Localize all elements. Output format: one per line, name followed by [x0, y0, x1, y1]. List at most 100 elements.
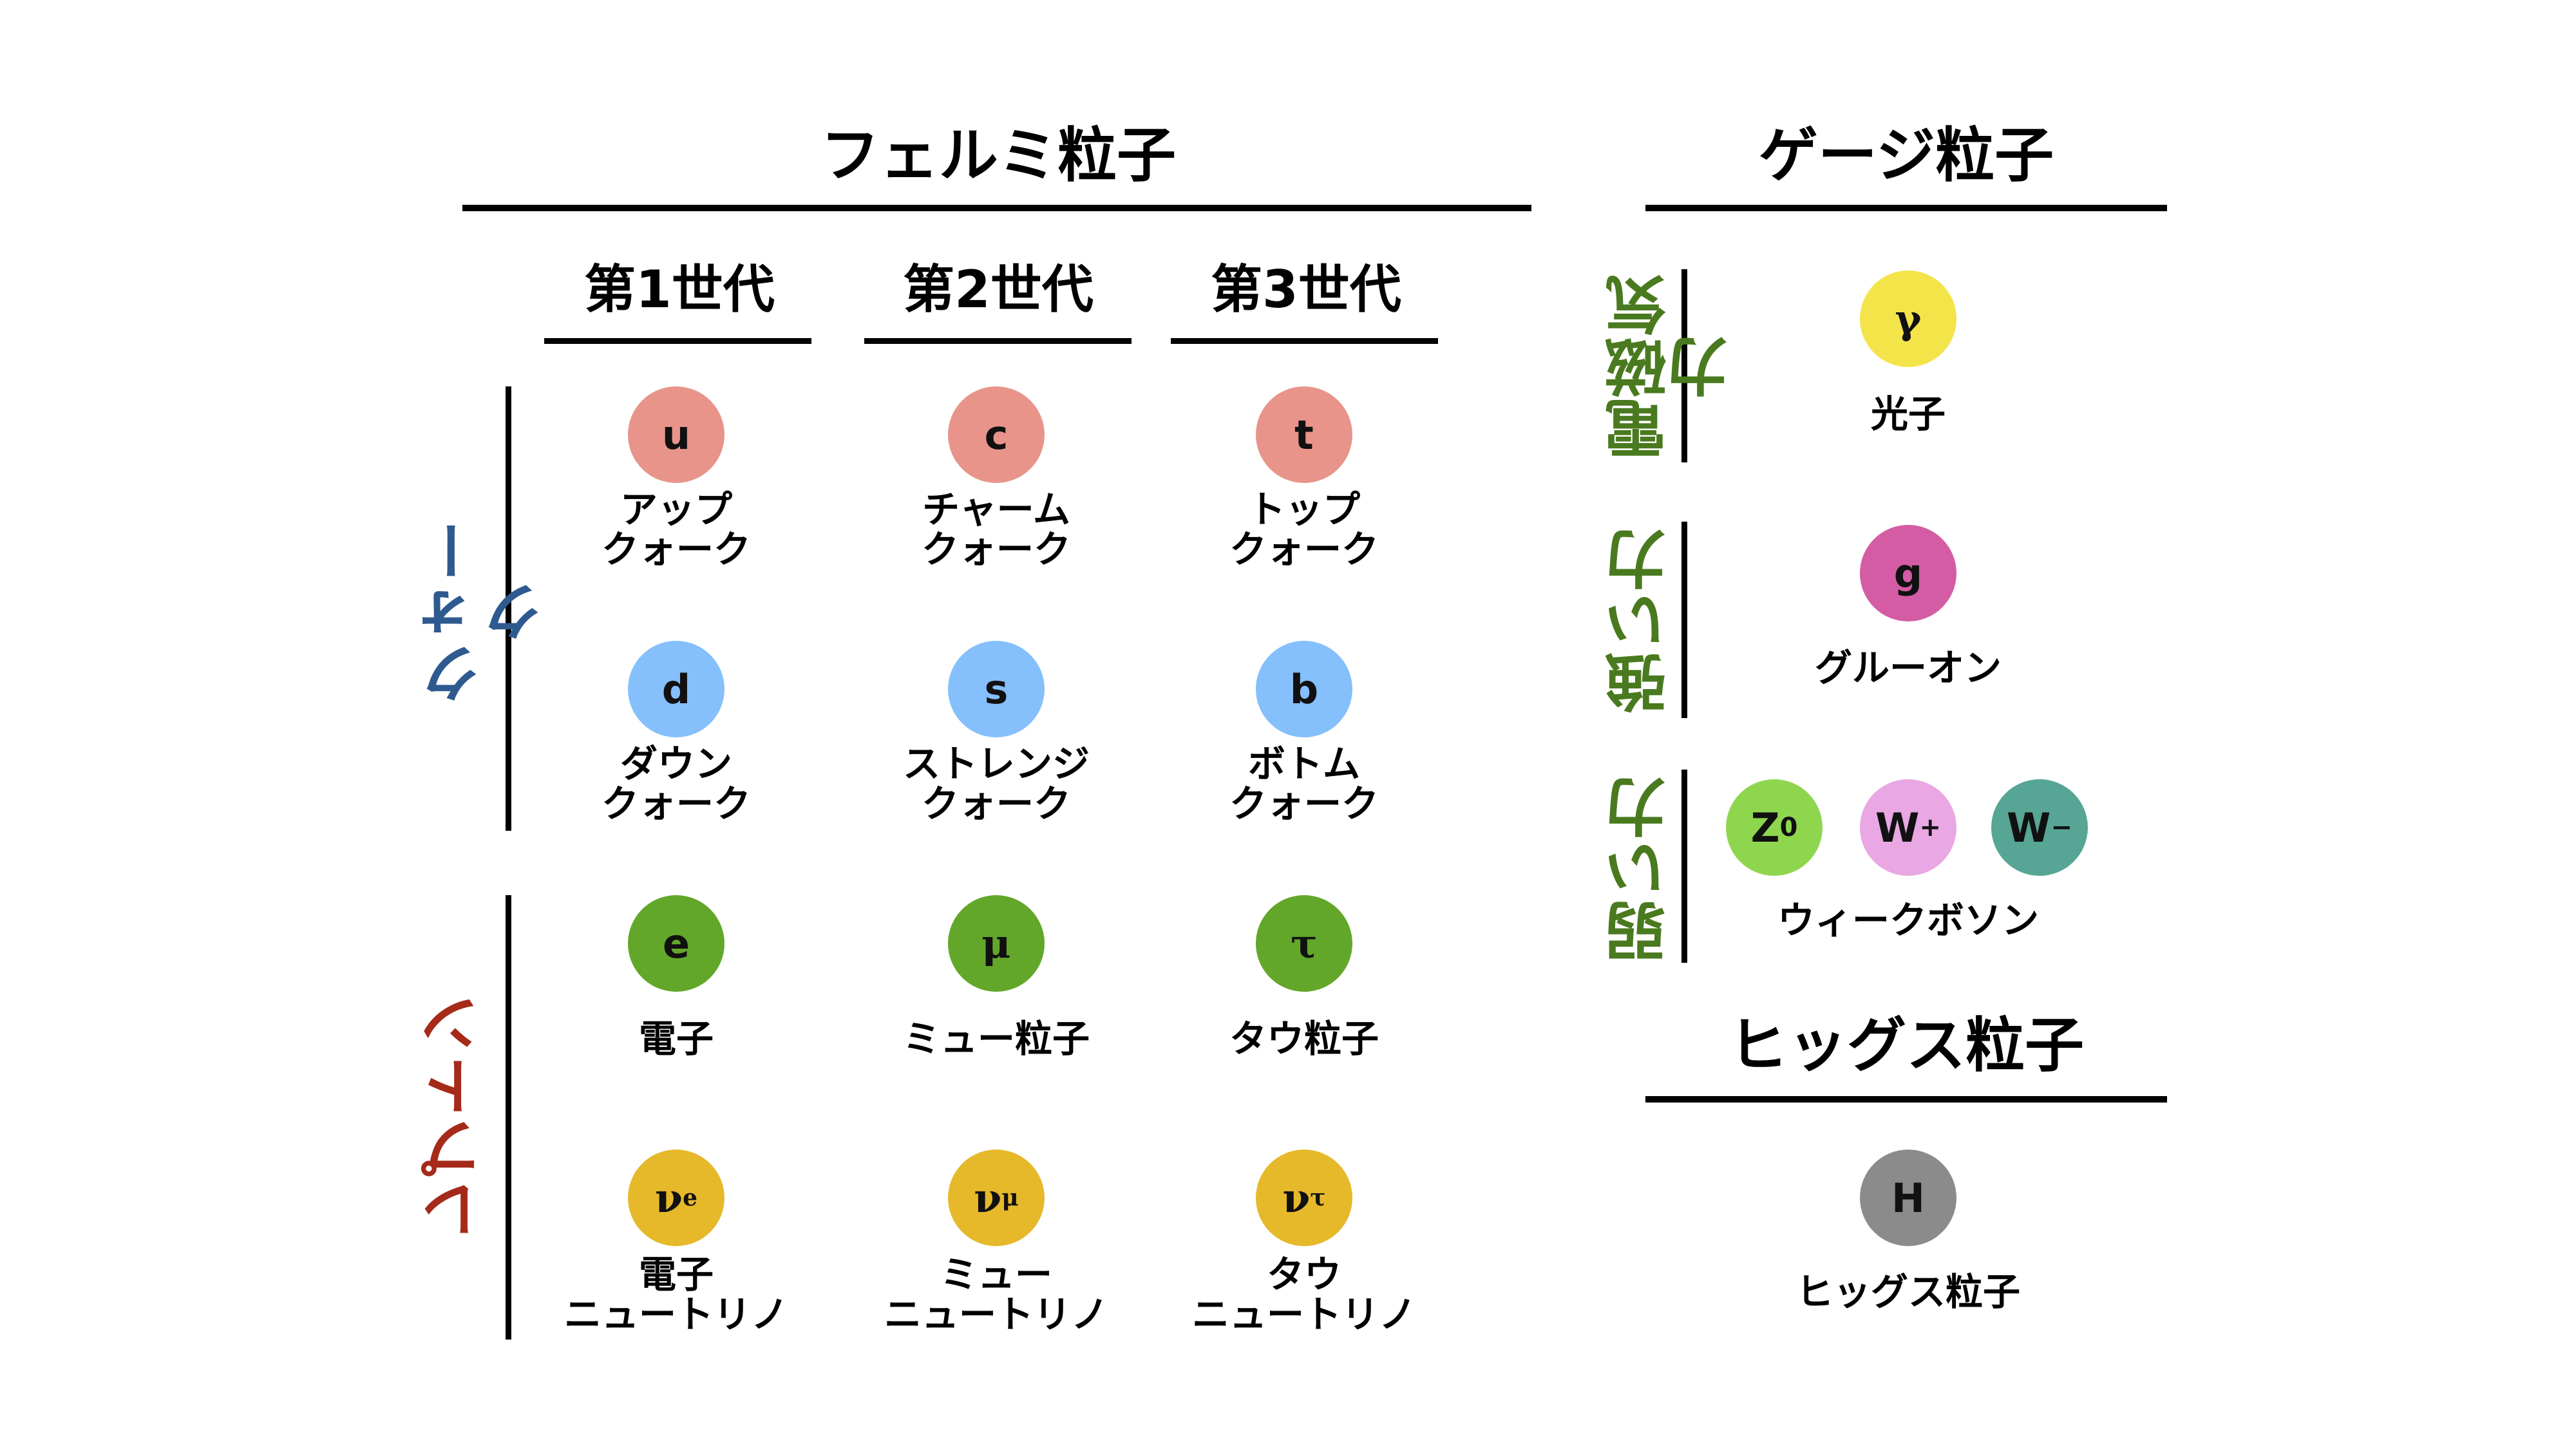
tau-circle: τ [1256, 895, 1352, 992]
charm-name-line1: チャーム [922, 488, 1070, 531]
gluon-symbol: g [1893, 549, 1923, 597]
gluon-circle: g [1860, 525, 1956, 621]
fermion-divider [462, 205, 1531, 211]
bottom-quark-name: ボトム クォーク [1150, 744, 1459, 824]
down-quark-name: ダウン クォーク [522, 744, 831, 824]
w-plus-symbol: W [1875, 804, 1920, 851]
top-name-line2: クォーク [1229, 527, 1379, 571]
weak-boson-name: ウィークボソン [1777, 898, 2039, 942]
muon-neutrino-circle: νμ [948, 1150, 1045, 1246]
down-name-line2: クォーク [601, 782, 751, 826]
electron-circle: e [628, 895, 724, 992]
weak-force-label: 弱い力 [1605, 777, 1677, 962]
charm-quark-circle: c [948, 386, 1045, 483]
tau-neutrino-name: タウ ニュートリノ [1150, 1255, 1459, 1334]
nu-mu-subscript: μ [1001, 1184, 1019, 1211]
z-boson-circle: Z0 [1726, 779, 1823, 876]
generation-2-underline [864, 338, 1132, 344]
w-plus-superscript: + [1919, 813, 1941, 842]
lepton-label: レプトン [420, 994, 492, 1241]
up-symbol: u [661, 411, 691, 459]
gluon-name-line1: グルーオン [1814, 646, 2002, 690]
strange-quark-circle: s [948, 641, 1045, 737]
w-minus-superscript: − [2050, 813, 2072, 842]
electron-symbol: e [662, 920, 690, 967]
photon-name-line1: 光子 [1870, 392, 1946, 436]
muon-name: ミュー粒子 [842, 1019, 1151, 1059]
z-superscript: 0 [1779, 813, 1798, 842]
strange-symbol: s [984, 665, 1009, 713]
charm-symbol: c [984, 411, 1009, 459]
top-name-line1: トップ [1247, 488, 1360, 531]
generation-3-underline [1171, 338, 1438, 344]
up-name-line2: クォーク [601, 527, 751, 571]
bottom-symbol: b [1289, 665, 1319, 713]
strong-bracket [1681, 522, 1687, 718]
tau-name: タウ粒子 [1150, 1019, 1459, 1059]
down-name-line1: ダウン [620, 742, 732, 786]
tau-name-line1: タウ粒子 [1229, 1017, 1379, 1061]
charm-quark-name: チャーム クォーク [842, 489, 1151, 569]
top-symbol: t [1294, 411, 1314, 459]
nu-e-subscript: e [683, 1184, 697, 1211]
w-minus-symbol: W [2007, 804, 2051, 851]
nu-mu-symbol: ν [974, 1174, 1002, 1222]
nu-tau-symbol: ν [1282, 1174, 1311, 1222]
photon-circle: γ [1860, 270, 1956, 367]
weak-bracket [1681, 770, 1687, 963]
muon-symbol: μ [981, 920, 1011, 967]
fermion-heading: フェルミ粒子 [820, 121, 1176, 190]
nu-mu-name-line1: ミュー [940, 1253, 1052, 1296]
tau-symbol: τ [1291, 920, 1318, 967]
gluon-name: グルーオン [1754, 648, 2063, 688]
gauge-heading: ゲージ粒子 [1758, 121, 2054, 190]
nu-tau-name-line1: タウ [1266, 1253, 1341, 1296]
lepton-bracket [506, 895, 511, 1340]
higgs-heading: ヒッグス粒子 [1728, 1011, 2084, 1080]
down-symbol: d [661, 665, 691, 713]
strange-name-line1: ストレンジ [902, 742, 1090, 786]
tau-neutrino-circle: ντ [1256, 1150, 1352, 1246]
generation-2-label: 第2世代 [903, 260, 1094, 319]
bottom-name-line2: クォーク [1229, 782, 1379, 826]
electron-name-line1: 電子 [638, 1017, 714, 1061]
top-quark-name: トップ クォーク [1150, 489, 1459, 569]
up-quark-name: アップ クォーク [522, 489, 831, 569]
w-minus-boson-circle: W − [1991, 779, 2088, 876]
nu-e-name-line1: 電子 [638, 1253, 714, 1296]
electron-name: 電子 [522, 1019, 831, 1059]
muon-neutrino-name: ミュー ニュートリノ [842, 1255, 1151, 1334]
nu-e-symbol: ν [655, 1174, 683, 1222]
z-symbol: Z [1750, 804, 1780, 851]
higgs-name-line1: ヒッグス粒子 [1795, 1270, 2020, 1314]
charm-name-line2: クォーク [921, 527, 1071, 571]
photon-name: 光子 [1754, 394, 2063, 434]
nu-tau-subscript: τ [1310, 1184, 1326, 1211]
nu-mu-name-line2: ニュートリノ [884, 1293, 1108, 1336]
generation-1-label: 第1世代 [584, 260, 775, 319]
bottom-quark-circle: b [1256, 641, 1352, 737]
higgs-name: ヒッグス粒子 [1754, 1272, 2063, 1312]
higgs-divider [1645, 1096, 2167, 1103]
strong-force-label: 強い力 [1605, 529, 1677, 714]
gauge-divider [1645, 205, 2167, 211]
strange-quark-name: ストレンジ クォーク [842, 744, 1151, 824]
bottom-name-line1: ボトム [1247, 742, 1360, 786]
nu-e-name-line2: ニュートリノ [564, 1293, 788, 1336]
electron-neutrino-name: 電子 ニュートリノ [522, 1255, 831, 1334]
up-name-line1: アップ [620, 488, 732, 531]
generation-1-underline [544, 338, 811, 344]
nu-tau-name-line2: ニュートリノ [1191, 1293, 1416, 1336]
photon-symbol: γ [1895, 295, 1922, 343]
electron-neutrino-circle: νe [628, 1150, 724, 1246]
up-quark-circle: u [628, 386, 724, 483]
muon-circle: μ [948, 895, 1045, 992]
em-force-label: 電磁気力 [1605, 274, 1739, 460]
down-quark-circle: d [628, 641, 724, 737]
generation-3-label: 第3世代 [1211, 260, 1401, 319]
top-quark-circle: t [1256, 386, 1352, 483]
w-plus-boson-circle: W + [1860, 779, 1956, 876]
higgs-circle: H [1860, 1150, 1956, 1246]
muon-name-line1: ミュー粒子 [902, 1017, 1090, 1061]
higgs-symbol: H [1891, 1174, 1925, 1222]
